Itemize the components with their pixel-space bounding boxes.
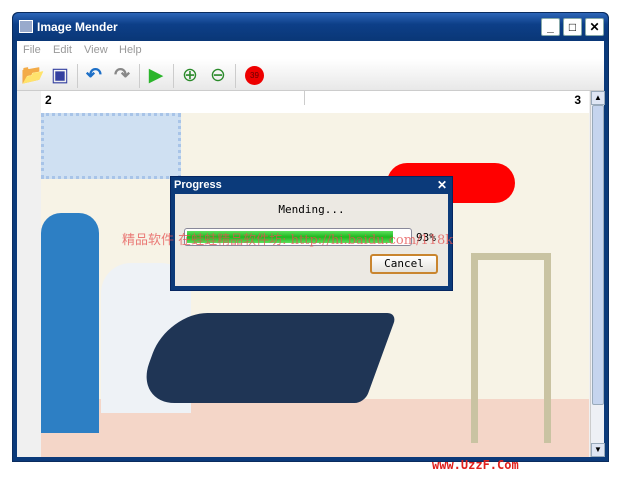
scroll-down-button[interactable]: ▼ <box>591 443 605 457</box>
menu-edit[interactable]: Edit <box>53 44 72 56</box>
window-title: Image Mender <box>37 20 118 34</box>
separator <box>77 64 78 88</box>
maximize-button[interactable]: □ <box>563 18 582 36</box>
menu-file[interactable]: File <box>23 44 41 56</box>
page-divider <box>304 91 305 105</box>
minimize-button[interactable]: _ <box>541 18 560 36</box>
watermark-text: 精品软件 在蛙蛙精品软件坊: http://hi.baidu.com/118k <box>122 233 454 248</box>
chair <box>471 253 551 443</box>
dialog-title: Progress <box>174 179 222 191</box>
cancel-button[interactable]: Cancel <box>370 254 438 274</box>
window-picture <box>41 113 181 179</box>
open-folder-icon[interactable]: 📂 <box>21 65 45 87</box>
redo-icon[interactable]: ↷ <box>111 65 133 87</box>
play-icon[interactable]: ▶ <box>145 65 167 87</box>
status-text: Mending... <box>278 203 345 216</box>
menu-bar: File Edit View Help <box>17 41 604 59</box>
zoom-in-icon[interactable]: ⊕ <box>179 65 201 87</box>
menu-help[interactable]: Help <box>119 44 142 56</box>
undo-icon[interactable]: ↶ <box>83 65 105 87</box>
save-icon[interactable]: ▣ <box>49 65 71 87</box>
watermark-url: www.UzzF.Com <box>432 458 519 472</box>
title-bar: Image Mender _ □ ✕ <box>13 13 608 41</box>
brush-size-button[interactable]: 39 <box>245 66 264 85</box>
man-figure <box>41 213 99 433</box>
page-ruler: 2 3 <box>41 91 589 109</box>
scroll-up-button[interactable]: ▲ <box>591 91 605 105</box>
close-button[interactable]: ✕ <box>585 18 604 36</box>
separator <box>139 64 140 88</box>
separator <box>173 64 174 88</box>
menu-view[interactable]: View <box>84 44 108 56</box>
toolbar: 📂 ▣ ↶ ↷ ▶ ⊕ ⊖ 39 <box>17 59 604 91</box>
vertical-scrollbar[interactable]: ▲ ▼ <box>590 91 605 457</box>
separator <box>235 64 236 88</box>
app-icon <box>19 20 33 33</box>
dialog-close-button[interactable]: ✕ <box>437 178 447 192</box>
scroll-thumb[interactable] <box>592 105 604 405</box>
zoom-out-icon[interactable]: ⊖ <box>207 65 229 87</box>
page-number-right: 3 <box>574 93 581 107</box>
page-number-left: 2 <box>45 93 52 107</box>
legs <box>134 313 398 403</box>
